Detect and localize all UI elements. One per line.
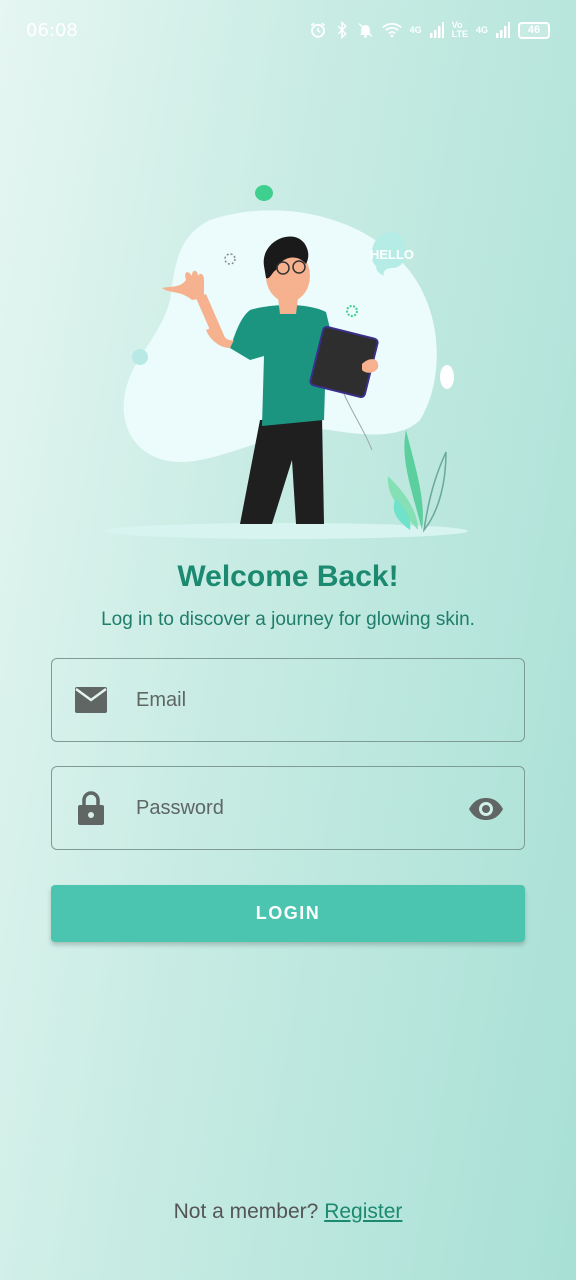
password-input[interactable]	[136, 796, 436, 820]
show-password-eye-icon[interactable]	[466, 789, 506, 829]
signal-icon	[429, 22, 444, 38]
volte-bottom: LTE	[451, 29, 468, 39]
speech-bubble-text: HELLO	[370, 247, 414, 262]
bluetooth-icon	[335, 21, 349, 39]
wifi-icon	[381, 22, 402, 38]
status-icons: 4G Vo LTE 4G 46	[309, 21, 550, 39]
status-time: 06:08	[26, 19, 78, 41]
email-input[interactable]	[136, 688, 436, 712]
lock-icon	[72, 789, 110, 827]
battery-icon: 46	[518, 21, 550, 39]
email-field[interactable]	[51, 658, 525, 742]
login-button[interactable]: LOGIN	[51, 885, 525, 942]
network-label-1: 4G	[409, 24, 422, 35]
register-prompt: Not a member? Register	[0, 1200, 576, 1224]
password-field[interactable]	[51, 766, 525, 850]
register-prompt-text: Not a member?	[173, 1200, 319, 1223]
signal-icon-2	[496, 22, 510, 38]
network-label-2: 4G	[475, 24, 488, 35]
page-title: Welcome Back!	[177, 560, 399, 593]
mail-icon	[72, 681, 110, 719]
page-subtitle: Log in to discover a journey for glowing…	[101, 609, 475, 630]
alarm-icon	[309, 21, 327, 39]
bell-off-icon	[357, 21, 374, 39]
status-bar: 06:08 4G Vo LTE 4G 46	[0, 0, 576, 60]
register-link[interactable]: Register	[324, 1200, 402, 1223]
volte-label: Vo LTE	[452, 21, 468, 39]
welcome-illustration: HELLO	[104, 185, 468, 539]
